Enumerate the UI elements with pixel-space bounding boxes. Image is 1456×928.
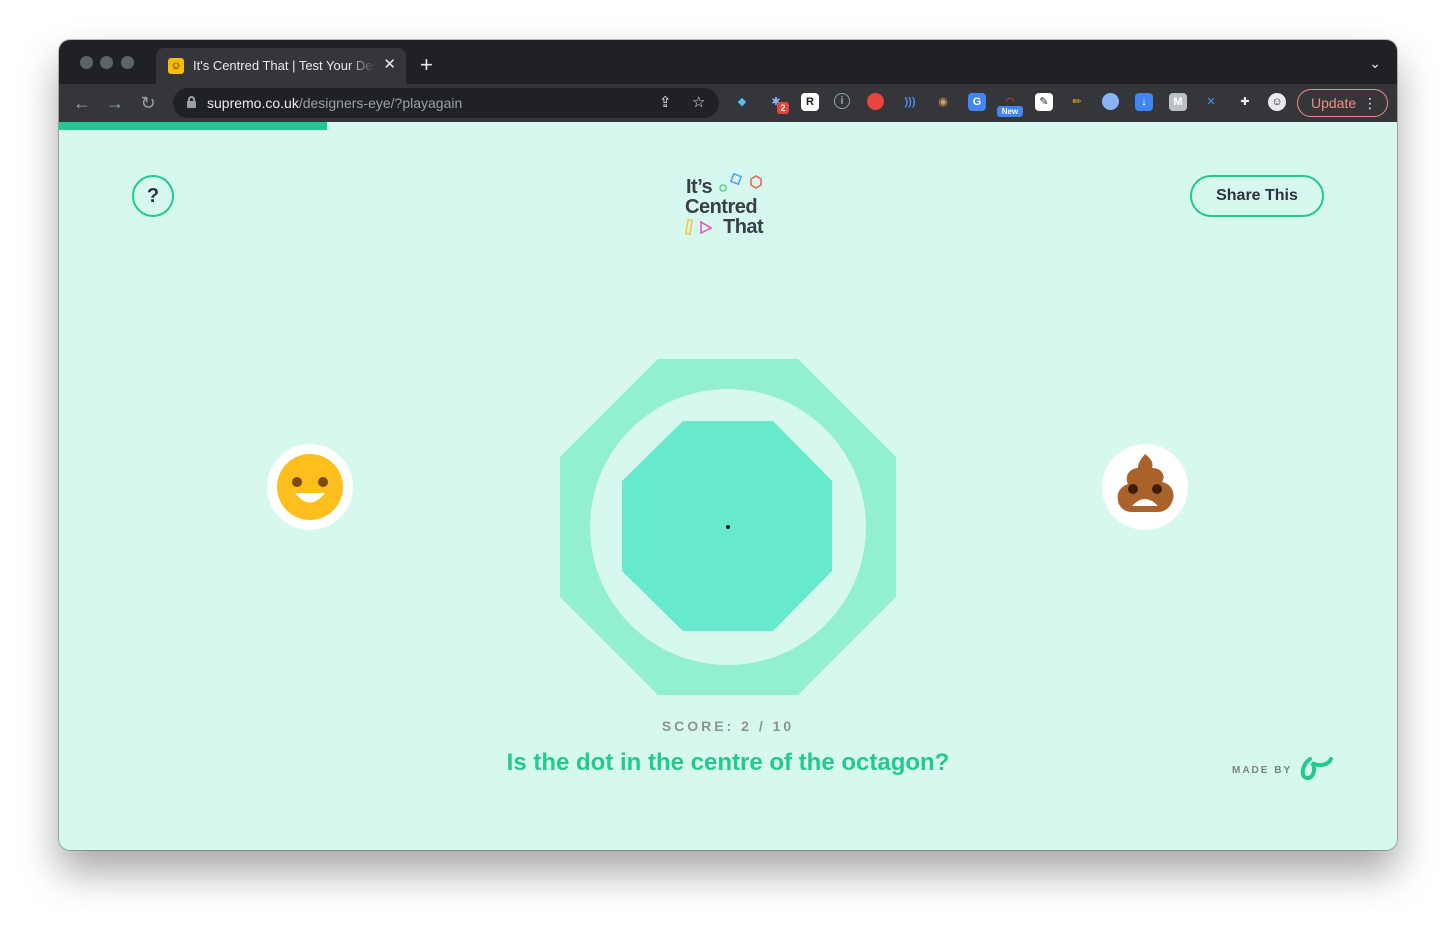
center-dot <box>726 525 730 529</box>
zoom-window-button[interactable] <box>121 56 134 69</box>
m-extension-icon[interactable]: M <box>1169 93 1187 111</box>
x-extension-icon[interactable]: ✕ <box>1202 93 1220 111</box>
new-badge: New <box>997 106 1023 117</box>
no-answer-button[interactable] <box>1102 444 1188 530</box>
game-page: ? It’s Centred That Share This SCORE: 2 … <box>59 122 1397 850</box>
lock-icon <box>187 96 196 108</box>
puzzle-extensions-icon[interactable]: ✚ <box>1236 93 1254 111</box>
its-centred-that-logo: It’s Centred That <box>685 170 785 240</box>
url-path: /designers-eye/?playagain <box>298 95 463 111</box>
pen-square-extension-icon[interactable]: ✎ <box>1035 93 1053 111</box>
update-button[interactable]: Update ⋮ <box>1297 89 1388 117</box>
logo-shapes-icon <box>685 172 762 236</box>
profile-avatar[interactable]: ☺ <box>1268 93 1286 111</box>
compass-extension-icon[interactable] <box>1102 93 1119 110</box>
url-host: supremo.co.uk <box>207 95 299 111</box>
close-window-button[interactable] <box>80 56 93 69</box>
new-tab-plus-icon[interactable]: + <box>420 54 433 76</box>
menu-dots-icon[interactable]: ⋮ <box>1363 90 1377 116</box>
yes-answer-button[interactable] <box>267 444 353 530</box>
share-page-icon[interactable]: ⇪ <box>659 93 672 113</box>
browser-window: ☺ It's Centred That | Test Your Designer… <box>59 40 1397 850</box>
octagon-puzzle[interactable] <box>560 359 896 695</box>
score-text: SCORE: 2 / 10 <box>661 718 795 734</box>
gem-extension-icon[interactable]: ◆ <box>733 93 751 111</box>
extension-badge: 2 <box>777 102 789 114</box>
tab-search-chevron-icon[interactable]: ⌄ <box>1369 55 1381 72</box>
help-button[interactable]: ? <box>132 175 174 217</box>
forward-arrow-icon[interactable]: → <box>105 93 125 113</box>
progress-bar <box>59 122 327 130</box>
minimize-window-button[interactable] <box>100 56 113 69</box>
wave-extension-icon[interactable]: ))) <box>901 93 919 111</box>
bookmark-star-icon[interactable]: ☆ <box>692 93 705 113</box>
poop-frown-icon <box>1117 454 1174 512</box>
active-tab[interactable]: ☺ It's Centred That | Test Your Designer… <box>156 48 406 84</box>
r-extension-icon[interactable]: R <box>801 93 819 111</box>
pokeball-extension-icon[interactable] <box>867 93 884 110</box>
smiley-favicon-icon: ☺ <box>168 58 184 74</box>
made-by-label: MADE BY <box>1232 765 1293 776</box>
url-text[interactable]: supremo.co.uk/designers-eye/?playagain <box>207 95 462 111</box>
reload-icon[interactable]: ↻ <box>138 93 158 113</box>
browser-toolbar: ← → ↻ supremo.co.uk/designers-eye/?playa… <box>59 84 1397 122</box>
tab-title: It's Centred That | Test Your Designer's… <box>193 58 375 73</box>
back-arrow-icon[interactable]: ← <box>72 93 92 113</box>
supremo-logo-icon[interactable] <box>1298 755 1334 781</box>
tab-bar: ☺ It's Centred That | Test Your Designer… <box>59 40 1397 84</box>
monkey-extension-icon[interactable]: ◉ <box>934 93 952 111</box>
tab-close-icon[interactable]: ✕ <box>383 56 396 74</box>
share-this-button[interactable]: Share This <box>1190 175 1324 217</box>
download-extension-icon[interactable]: ↓ <box>1135 93 1153 111</box>
smiling-face-icon <box>277 454 343 520</box>
address-bar[interactable]: supremo.co.uk/designers-eye/?playagain ⇪… <box>173 88 719 118</box>
translate-extension-icon[interactable]: G <box>968 93 986 111</box>
update-label: Update <box>1311 95 1357 111</box>
question-text: Is the dot in the centre of the octagon? <box>506 749 950 776</box>
info-extension-icon[interactable]: i <box>834 93 850 109</box>
highlighter-extension-icon[interactable]: ✏ <box>1068 93 1086 111</box>
